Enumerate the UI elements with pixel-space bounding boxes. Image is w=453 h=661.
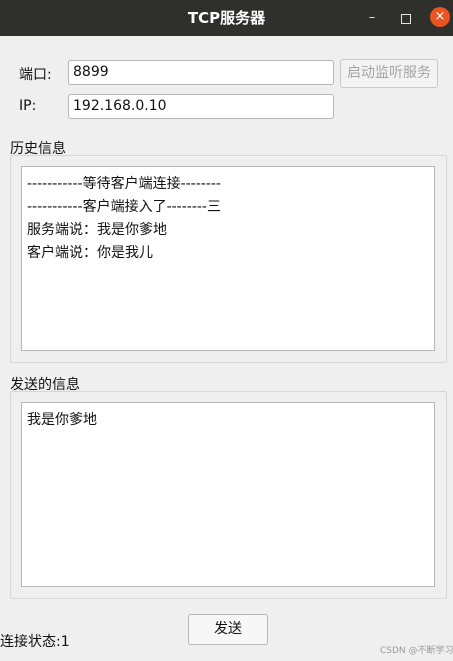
start-listen-button[interactable]: 启动监听服务 [340,59,438,88]
port-label: 端口: [19,67,52,83]
window-title: TCP服务器 [187,9,266,27]
history-line: 服务端说：我是你爹地 [27,222,167,238]
send-textarea[interactable]: 我是你爹地 [21,402,435,587]
history-textarea[interactable]: -----------等待客户端连接-------- -----------客户… [21,166,435,351]
connection-status: 连接状态:1 [0,634,70,650]
send-button[interactable]: 发送 [188,614,268,645]
ip-input[interactable]: 192.168.0.10 [68,94,334,119]
port-input[interactable]: 8899 [68,60,334,85]
history-line: -----------等待客户端连接-------- [27,176,221,192]
maximize-button[interactable] [396,0,416,36]
watermark: CSDN @不断学习。。 [380,646,453,656]
send-text: 我是你爹地 [27,412,97,428]
maximize-icon [401,13,411,24]
title-bar: TCP服务器 – × [0,0,453,36]
history-line: 客户端说：你是我儿 [27,245,153,261]
close-button[interactable]: × [430,7,450,27]
minimize-button[interactable]: – [362,0,382,36]
history-line: -----------客户端接入了--------三 [27,199,221,215]
ip-label: IP: [19,98,37,114]
